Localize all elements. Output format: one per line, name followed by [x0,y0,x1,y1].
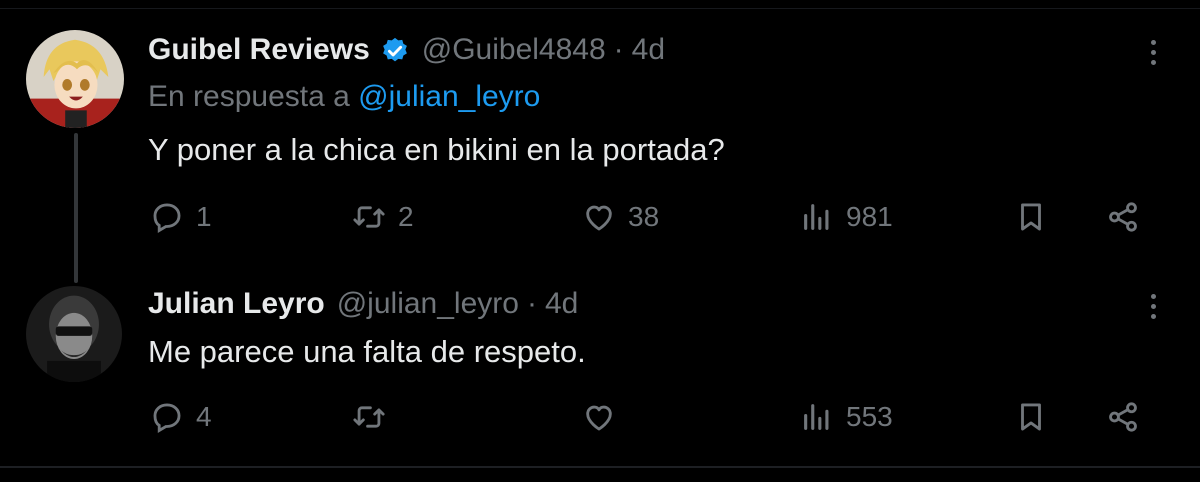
retweet-count: 2 [398,201,414,232]
more-icon[interactable] [1138,288,1168,324]
author-handle[interactable]: @Guibel4848 [422,33,606,67]
reply-icon [153,403,181,433]
author-name[interactable]: Guibel Reviews [148,33,370,67]
views-button[interactable]: 981 [800,192,893,242]
separator-dot: · [613,33,624,66]
share-button[interactable] [1106,392,1140,442]
retweet-icon [353,406,385,428]
retweet-button[interactable]: 2 [352,192,414,242]
tweet-header: Julian Leyro @julian_leyro · 4d [148,284,578,324]
verified-badge-icon [382,37,407,62]
views-button[interactable]: 553 [800,392,893,442]
like-button[interactable]: 38 [582,192,659,242]
share-icon [1109,402,1137,432]
views-icon [804,204,829,230]
reply-mention-link[interactable]: @julian_leyro [358,80,540,113]
like-count: 38 [628,201,660,232]
bookmark-icon [1021,403,1041,431]
reply-button[interactable]: 4 [150,392,212,442]
bottom-divider [0,466,1200,468]
tweet-header: Guibel Reviews @Guibel4848 · 4d [148,30,665,70]
views-icon [804,404,829,430]
like-button[interactable] [582,392,616,442]
author-handle[interactable]: @julian_leyro [337,287,519,321]
avatar-julian[interactable] [26,286,122,382]
like-icon [586,205,612,231]
author-name[interactable]: Julian Leyro [148,287,325,321]
tweet-text: Y poner a la chica en bikini en la porta… [148,132,725,167]
separator-dot: · [526,287,537,320]
share-button[interactable] [1106,192,1140,242]
reply-count: 1 [196,201,212,232]
timestamp[interactable]: 4d [632,33,665,67]
like-icon [586,405,612,431]
reply-context: En respuesta a @julian_leyro [148,80,540,114]
reply-icon [153,203,181,233]
action-bar: 1 2 38 981 [0,192,1200,242]
bookmark-button[interactable] [1014,192,1048,242]
action-bar: 4 553 [0,392,1200,442]
bookmark-icon [1021,203,1041,231]
avatar-guibel[interactable] [26,30,124,128]
view-count: 981 [846,201,893,232]
timestamp[interactable]: 4d [545,287,578,321]
tweet-julian[interactable]: Julian Leyro @julian_leyro · 4d Me parec… [0,270,1200,466]
bookmark-button[interactable] [1014,392,1048,442]
retweet-icon [353,206,385,228]
view-count: 553 [846,401,893,432]
tweet-guibel[interactable]: Guibel Reviews @Guibel4848 · 4d En respu… [0,0,1200,283]
more-icon[interactable] [1138,34,1168,70]
reply-count: 4 [196,401,212,432]
reply-button[interactable]: 1 [150,192,212,242]
share-icon [1109,202,1137,232]
tweet-text: Me parece una falta de respeto. [148,334,586,369]
reply-prefix: En respuesta a [148,80,350,113]
retweet-button[interactable] [352,392,386,442]
